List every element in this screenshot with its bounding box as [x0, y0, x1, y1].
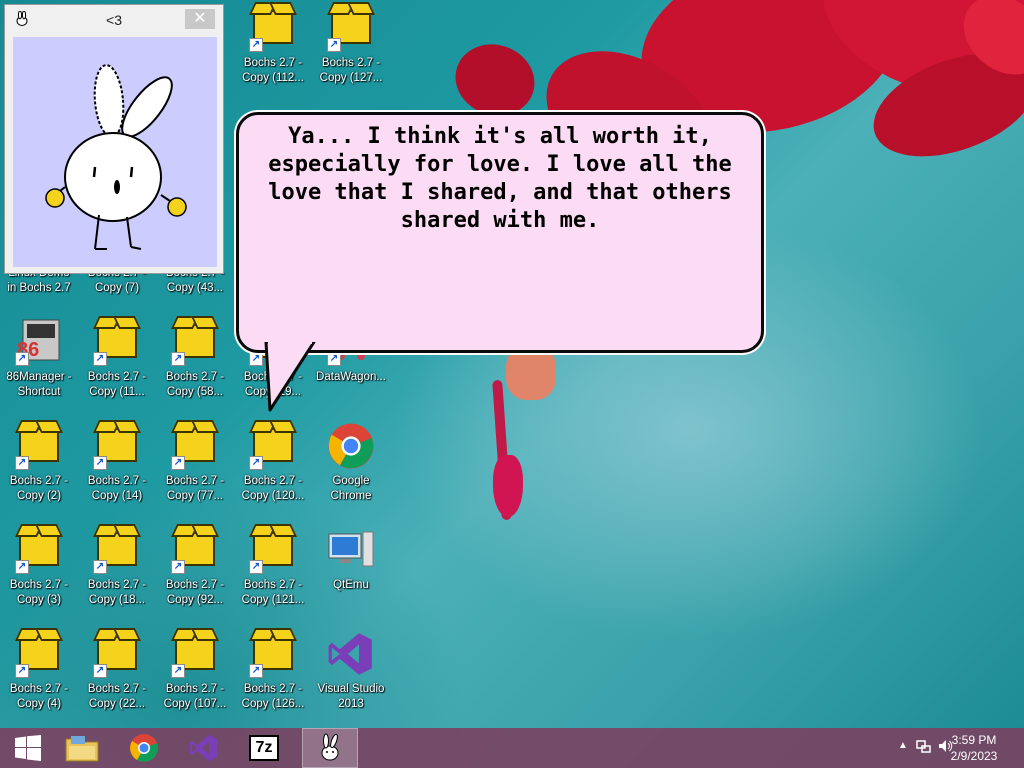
speech-bubble-text: Ya... I think it's all worth it, especia…	[268, 124, 732, 233]
desktop-icon-label: Visual Studio 2013	[317, 683, 385, 710]
flower-pollen	[506, 345, 556, 400]
visual-studio-taskbar-button[interactable]	[176, 728, 232, 768]
box-icon: ↗	[249, 526, 297, 574]
close-button[interactable]: ✕	[185, 9, 215, 29]
desktop-icon-bochs-11[interactable]: ↗ Bochs 2.7 - Copy (11...	[78, 318, 156, 400]
desktop-icon-label: Bochs 2.7 - Copy (92...	[165, 579, 225, 606]
network-icon[interactable]	[916, 738, 932, 759]
box-icon: ↗	[171, 630, 219, 678]
desktop-icon-label: Bochs 2.7 - Copy (18...	[87, 579, 147, 606]
visual-studio-icon	[327, 630, 375, 678]
desktop-icon-bochs-22[interactable]: ↗ Bochs 2.7 - Copy (22...	[78, 630, 156, 712]
desktop-icon-label: Bochs 2.7 - Copy (58...	[165, 371, 225, 398]
desktop-icon-label: QtEmu	[333, 579, 369, 591]
desktop-icon-bochs-58[interactable]: ↗ Bochs 2.7 - Copy (58...	[156, 318, 234, 400]
speech-bubble-tail	[264, 342, 316, 412]
box-icon: ↗	[249, 422, 297, 470]
taskbar: 7z ▲ 3:59 PM 2/9/2023	[0, 728, 1024, 768]
chrome-icon	[327, 422, 375, 470]
desktop-icon-label: Bochs 2.7 - Copy (127...	[319, 57, 383, 84]
desktop-icon-bochs-126[interactable]: ↗ Bochs 2.7 - Copy (126...	[234, 630, 312, 712]
clock-date: 2/9/2023	[950, 749, 998, 763]
box-icon: ↗	[249, 4, 297, 52]
bunny-pet-taskbar-button[interactable]	[302, 728, 358, 768]
desktop-icon-bochs-92[interactable]: ↗ Bochs 2.7 - Copy (92...	[156, 526, 234, 608]
desktop-icon-label: Google Chrome	[330, 475, 372, 502]
chrome-icon	[130, 734, 158, 762]
windows-logo-icon	[15, 735, 41, 761]
desktop-icon-label: Bochs 2.7 - Copy (22...	[87, 683, 147, 710]
desktop-icon-bochs-14[interactable]: ↗ Bochs 2.7 - Copy (14)	[78, 422, 156, 504]
box-icon: ↗	[249, 630, 297, 678]
desktop-icon-label: Bochs 2.7 - Copy (120...	[241, 475, 305, 502]
box-icon: ↗	[15, 526, 63, 574]
desktop-icon-label: Bochs 2.7 - Copy (121...	[241, 579, 305, 606]
box-icon: ↗	[171, 526, 219, 574]
clock[interactable]: 3:59 PM 2/9/2023	[944, 732, 1004, 764]
desktop-icon-bochs-3[interactable]: ↗ Bochs 2.7 - Copy (3)	[0, 526, 78, 608]
desktop-icon-label: Bochs 2.7 - Copy (2)	[9, 475, 69, 502]
desktop-icon-bochs-120[interactable]: ↗ Bochs 2.7 - Copy (120...	[234, 422, 312, 504]
file-explorer-button[interactable]	[54, 728, 110, 768]
desktop-icon-bochs-2[interactable]: ↗ Bochs 2.7 - Copy (2)	[0, 422, 78, 504]
clock-time: 3:59 PM	[951, 733, 997, 747]
desktop-icon-label: DataWagon...	[316, 371, 386, 383]
speech-bubble: Ya... I think it's all worth it, especia…	[236, 112, 764, 353]
desktop-icon-label: Bochs 2.7 - Copy (4)	[9, 683, 69, 710]
folder-icon	[65, 736, 99, 762]
bunny-pet-image	[45, 64, 187, 250]
desktop-icon-label: Bochs 2.7 - Copy (11...	[87, 371, 147, 398]
desktop-icon-label: Bochs 2.7 - Copy (126...	[241, 683, 305, 710]
system-tray: ▲ 3:59 PM 2/9/2023	[884, 728, 1024, 768]
box-icon: ↗	[171, 422, 219, 470]
desktop-icon-chrome[interactable]: Google Chrome	[312, 422, 390, 504]
box-icon: ↗	[93, 422, 141, 470]
desktop-icon-86manager[interactable]: 86 ↗ 86Manager - Shortcut	[0, 318, 78, 400]
desktop-icon-qtemu[interactable]: QtEmu	[312, 526, 390, 593]
desktop-icon-label: Bochs 2.7 - Copy (77...	[165, 475, 225, 502]
desktop-icon-bochs-18[interactable]: ↗ Bochs 2.7 - Copy (18...	[78, 526, 156, 608]
box-icon: ↗	[15, 630, 63, 678]
box-icon: ↗	[171, 318, 219, 366]
desktop-icon-bochs-127[interactable]: ↗ Bochs 2.7 - Copy (127...	[312, 4, 390, 86]
desktop-icon-bochs-121[interactable]: ↗ Bochs 2.7 - Copy (121...	[234, 526, 312, 608]
qtemu-icon	[327, 526, 375, 574]
desktop-icon-label: Bochs 2.7 - Copy (3)	[9, 579, 69, 606]
chrome-taskbar-button[interactable]	[116, 728, 172, 768]
desktop-icon-label: Bochs 2.7 - Copy (112...	[242, 57, 304, 84]
bunny-icon	[321, 733, 339, 761]
visual-studio-icon	[190, 735, 217, 761]
chevron-up-icon[interactable]: ▲	[898, 740, 908, 751]
box-icon: ↗	[327, 4, 375, 52]
pet-canvas[interactable]	[13, 37, 217, 267]
desktop-icon-label: Bochs 2.7 - Copy (107...	[163, 683, 227, 710]
desktop-icon-bochs-112[interactable]: ↗ Bochs 2.7 - Copy (112...	[234, 4, 312, 86]
pet-window-titlebar[interactable]: <3 ✕	[5, 5, 223, 33]
box-icon: ↗	[93, 526, 141, 574]
desktop-icon-bochs-77[interactable]: ↗ Bochs 2.7 - Copy (77...	[156, 422, 234, 504]
box-icon: ↗	[93, 318, 141, 366]
flower-pistil	[493, 455, 523, 517]
desktop-icon-bochs-107[interactable]: ↗ Bochs 2.7 - Copy (107...	[156, 630, 234, 712]
box-icon: ↗	[93, 630, 141, 678]
desktop-icon-label: Bochs 2.7 - Copy (14)	[87, 475, 147, 502]
start-button[interactable]	[0, 728, 56, 768]
86manager-icon: 86 ↗	[15, 318, 63, 366]
desktop-icon-label: 86Manager - Shortcut	[6, 371, 72, 398]
box-icon: ↗	[15, 422, 63, 470]
desktop-icon-vs2013[interactable]: Visual Studio 2013	[312, 630, 390, 712]
desktop-icon-bochs-4[interactable]: ↗ Bochs 2.7 - Copy (4)	[0, 630, 78, 712]
7zip-taskbar-button[interactable]: 7z	[236, 728, 292, 768]
pet-window[interactable]: <3 ✕	[4, 4, 224, 274]
7zip-icon: 7z	[249, 735, 279, 761]
